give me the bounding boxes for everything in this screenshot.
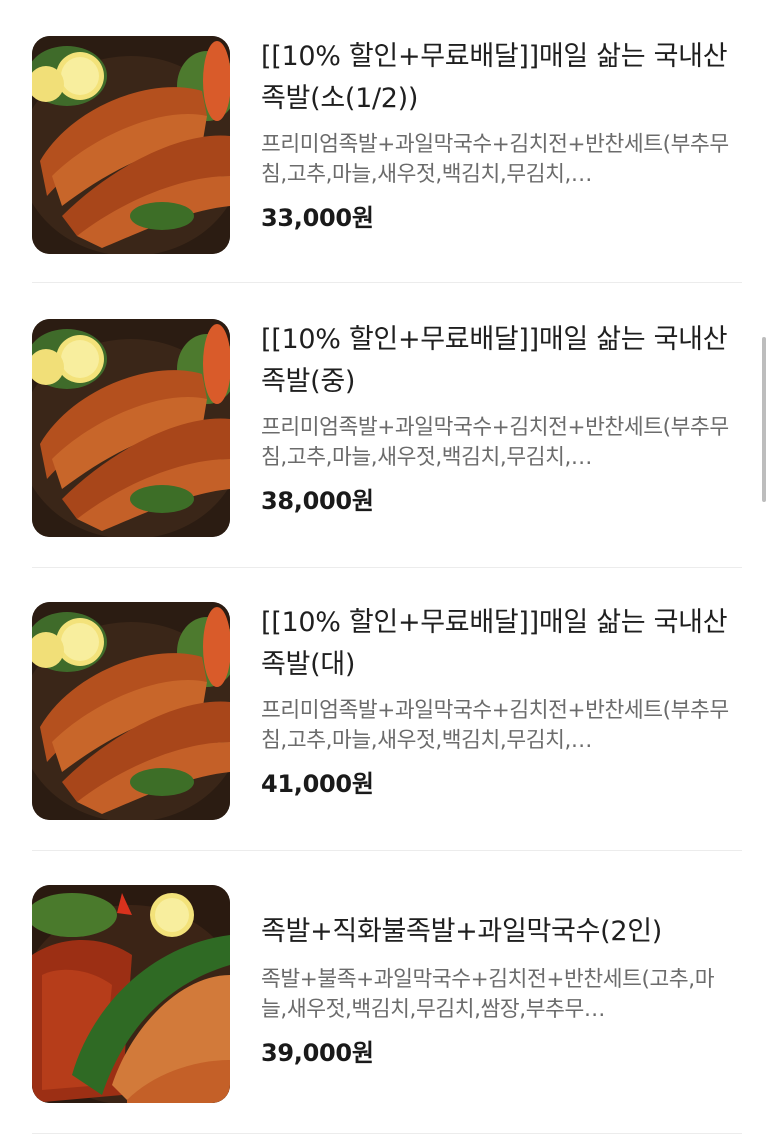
menu-item-description: 프리미엄족발+과일막국수+김치전+반찬세트(부추무침,고추,마늘,새우젓,백김치… (261, 698, 729, 753)
menu-item-title: [[10% 할인+무료배달]]매일 삶는 국내산 족발(중) (261, 324, 728, 397)
menu-item-info: [[10% 할인+무료배달]]매일 삶는 국내산 족발(중) 프리미엄족발+과일… (261, 319, 742, 516)
menu-item-description: 프리미엄족발+과일막국수+김치전+반찬세트(부추무침,고추,마늘,새우젓,백김치… (261, 132, 729, 187)
menu-item-image (32, 319, 230, 537)
menu-item-price: 38,000원 (261, 487, 374, 515)
menu-item-title: [[10% 할인+무료배달]]매일 삶는 국내산 족발(대) (261, 607, 728, 680)
scrollbar[interactable] (762, 337, 766, 502)
menu-item-price: 33,000원 (261, 204, 374, 232)
menu-item-image (32, 602, 230, 820)
menu-item-title: 족발+직화불족발+과일막국수(2인) (261, 916, 663, 947)
menu-item-image (32, 36, 230, 254)
menu-item[interactable]: [[10% 할인+무료배달]]매일 삶는 국내산 족발(대) 프리미엄족발+과일… (32, 568, 742, 851)
menu-item-price: 41,000원 (261, 770, 374, 798)
menu-item[interactable]: [[10% 할인+무료배달]]매일 삶는 국내산 족발(중) 프리미엄족발+과일… (32, 285, 742, 568)
menu-item-price: 39,000원 (261, 1039, 374, 1067)
menu-item[interactable]: 족발+직화불족발+과일막국수(2인) 족발+불족+과일막국수+김치전+반찬세트(… (32, 851, 742, 1134)
menu-item-title: [[10% 할인+무료배달]]매일 삶는 국내산 족발(소(1/2)) (261, 41, 728, 114)
menu-item-info: 족발+직화불족발+과일막국수(2인) 족발+불족+과일막국수+김치전+반찬세트(… (261, 911, 742, 1068)
menu-item-description: 족발+불족+과일막국수+김치전+반찬세트(고추,마늘,새우젓,백김치,무김치,쌈… (261, 967, 715, 1022)
menu-item-image (32, 885, 230, 1103)
menu-item-info: [[10% 할인+무료배달]]매일 삶는 국내산 족발(소(1/2)) 프리미엄… (261, 36, 742, 233)
menu-item[interactable]: [[10% 할인+무료배달]]매일 삶는 국내산 족발(소(1/2)) 프리미엄… (32, 0, 742, 283)
menu-item-info: [[10% 할인+무료배달]]매일 삶는 국내산 족발(대) 프리미엄족발+과일… (261, 602, 742, 799)
menu-item-description: 프리미엄족발+과일막국수+김치전+반찬세트(부추무침,고추,마늘,새우젓,백김치… (261, 415, 729, 470)
